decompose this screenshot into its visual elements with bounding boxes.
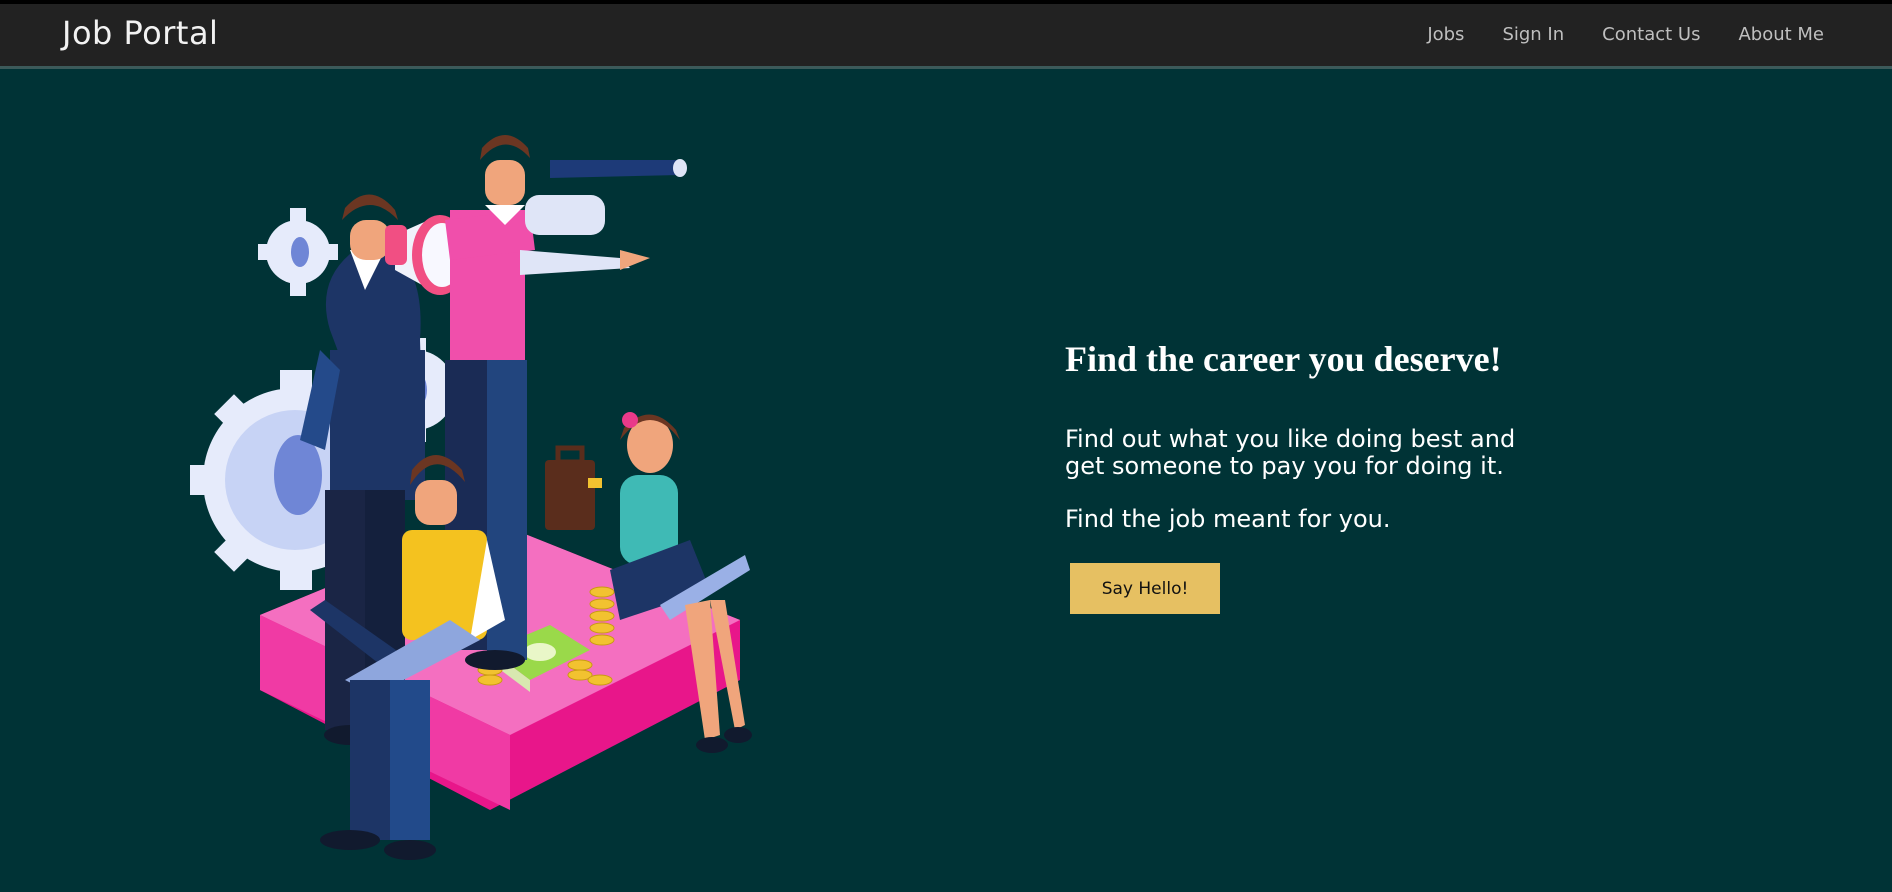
nav-about-me-link[interactable]: About Me [1738, 24, 1824, 45]
hero-headline: Find the career you deserve! [1065, 339, 1502, 379]
hero-illustration [190, 135, 752, 860]
say-hello-button[interactable]: Say Hello! [1070, 563, 1220, 614]
briefcase-icon [545, 445, 602, 530]
top-navbar: Job Portal Jobs Sign In Contact Us About… [0, 0, 1892, 69]
hero-paragraph-1: Find out what you like doing best and ge… [1065, 425, 1516, 480]
nav-sign-in-link[interactable]: Sign In [1502, 24, 1564, 45]
brand-logo[interactable]: Job Portal [62, 14, 218, 52]
gear-icon [258, 208, 338, 296]
nav-contact-us-link[interactable]: Contact Us [1602, 24, 1700, 45]
nav-jobs-link[interactable]: Jobs [1427, 24, 1464, 45]
hero-text: Find the career you deserve! Find out wh… [1065, 338, 1625, 614]
telescope-icon [550, 159, 687, 178]
hero-paragraph-2: Find the job meant for you. [1065, 505, 1391, 533]
main-nav: Jobs Sign In Contact Us About Me [1427, 24, 1824, 45]
